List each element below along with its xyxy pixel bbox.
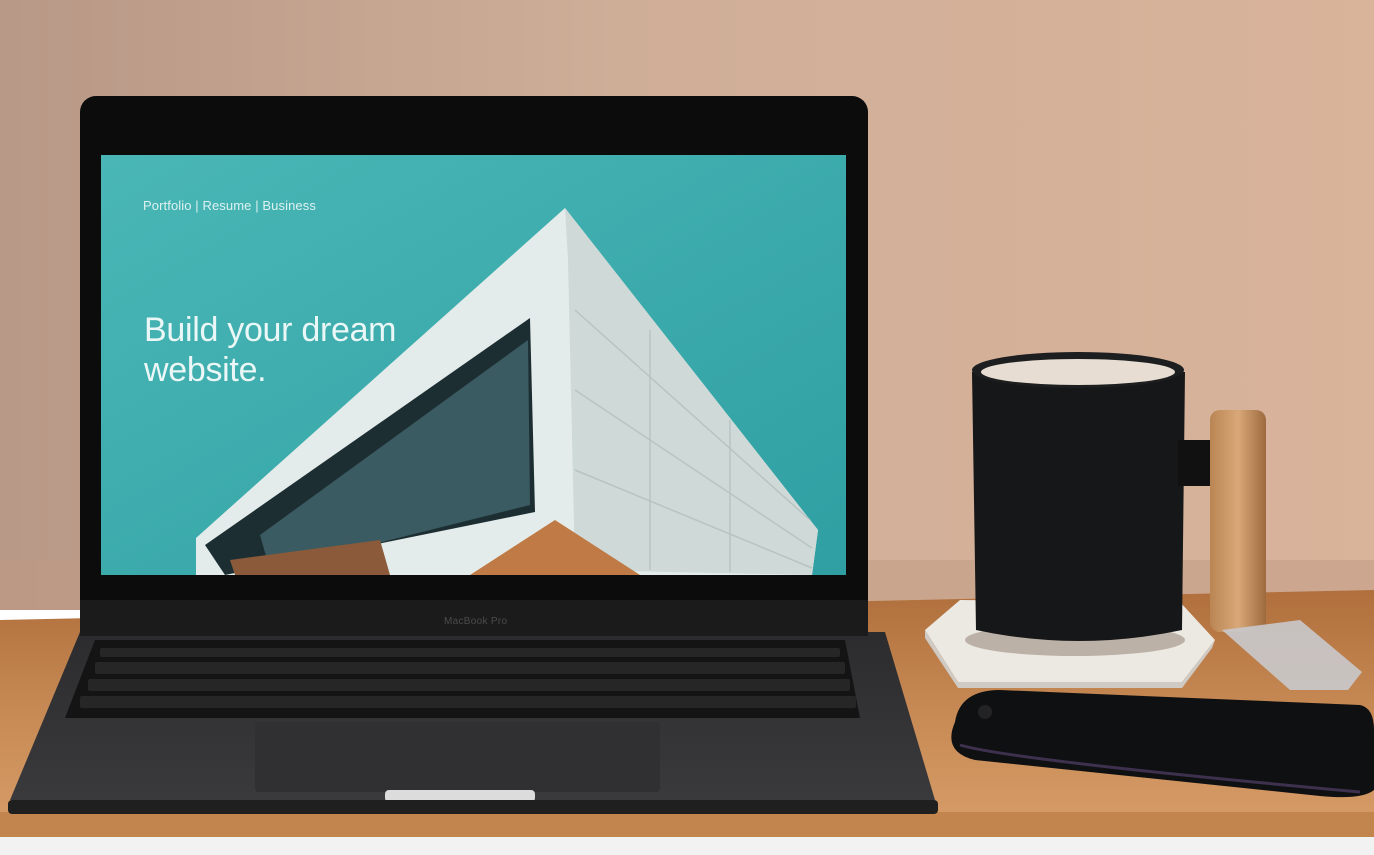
bottom-strip: [0, 837, 1374, 855]
headline-line-1: Build your dream: [144, 311, 397, 349]
mug-inner: [981, 359, 1175, 385]
laptop-brand-label: MacBook Pro: [444, 616, 508, 627]
trackpad: [255, 722, 660, 792]
screen-nav-links: Portfolio | Resume | Business: [143, 198, 316, 213]
phone-camera: [978, 705, 992, 719]
screen-headline: Build your dream website.: [144, 310, 397, 390]
laptop-base-edge: [8, 800, 938, 814]
mug-handle-wood: [1210, 410, 1266, 632]
headline-line-2: website.: [144, 351, 267, 389]
desk-front-edge: [0, 812, 1374, 837]
photo-scene: [0, 0, 1374, 855]
mug-body: [972, 372, 1185, 641]
